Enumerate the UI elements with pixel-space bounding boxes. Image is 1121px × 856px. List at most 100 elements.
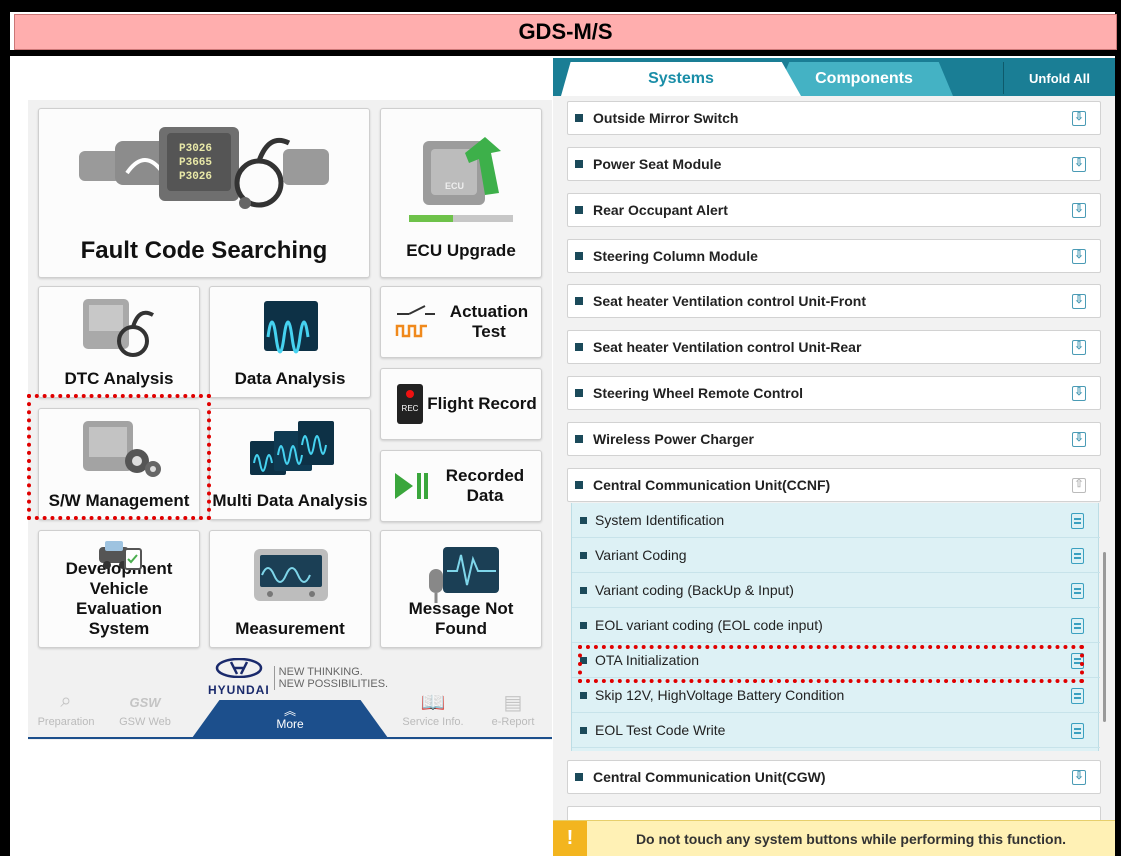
document-icon xyxy=(1071,513,1084,529)
download-icon[interactable]: ⇩ xyxy=(1072,294,1086,309)
submenu-list: System Identification Variant Coding Var… xyxy=(571,503,1100,751)
nav-more-label: More xyxy=(276,717,304,731)
document-icon xyxy=(1071,618,1084,634)
system-row[interactable]: Steering Wheel Remote Control ⇩ xyxy=(567,376,1101,410)
system-label: Steering Column Module xyxy=(593,248,758,264)
nav-gsw-web[interactable]: GSW GSW Web xyxy=(110,690,180,728)
message-not-found-tile[interactable]: Message Not Found xyxy=(380,530,542,648)
system-label: Seat heater Ventilation control Unit-Rea… xyxy=(593,339,862,355)
measurement-tile[interactable]: Measurement xyxy=(209,530,371,648)
system-row-expanded[interactable]: Central Communication Unit(CCNF) ⇧ xyxy=(567,468,1101,502)
multi-data-label: Multi Data Analysis xyxy=(212,491,368,510)
nav-preparation[interactable]: ⌕ Preparation xyxy=(31,690,101,728)
system-row[interactable]: Wireless Power Charger ⇩ xyxy=(567,422,1101,456)
bullet-icon xyxy=(575,481,583,489)
warning-banner: ! Do not touch any system buttons while … xyxy=(553,820,1115,856)
nav-service-info[interactable]: 📖 Service Info. xyxy=(398,690,468,728)
submenu-item[interactable]: System Identification xyxy=(572,503,1100,538)
document-icon xyxy=(1071,583,1084,599)
rec-icon: REC xyxy=(397,384,423,424)
recorded-data-tile[interactable]: Recorded Data xyxy=(380,450,542,522)
system-label: Steering Wheel Remote Control xyxy=(593,385,804,401)
download-icon[interactable]: ⇩ xyxy=(1072,340,1086,355)
system-row[interactable]: Power Seat Module ⇩ xyxy=(567,147,1101,181)
system-row[interactable]: Seat heater Ventilation control Unit-Fro… xyxy=(567,284,1101,318)
document-icon xyxy=(1071,723,1084,739)
system-label: Wireless Power Charger xyxy=(593,431,754,447)
system-row[interactable]: Seat heater Ventilation control Unit-Rea… xyxy=(567,330,1101,364)
frame-top xyxy=(0,0,1121,12)
dtc-analysis-tile[interactable]: DTC Analysis xyxy=(38,286,200,398)
flight-record-tile[interactable]: REC Flight Record xyxy=(380,368,542,440)
message-icon xyxy=(429,547,499,603)
measurement-label: Measurement xyxy=(235,619,345,638)
download-icon[interactable]: ⇩ xyxy=(1072,249,1086,264)
ecu-upgrade-label: ECU Upgrade xyxy=(406,241,516,260)
data-analysis-tile[interactable]: Data Analysis xyxy=(209,286,371,398)
fault-code-1: P3026 xyxy=(179,143,212,155)
data-analysis-label: Data Analysis xyxy=(234,369,346,388)
system-label: Outside Mirror Switch xyxy=(593,110,739,126)
bullet-icon xyxy=(580,691,587,699)
nav-e-report[interactable]: ▤ e-Report xyxy=(478,690,548,728)
multi-data-icon xyxy=(250,421,334,475)
document-icon xyxy=(1071,548,1084,564)
submenu-item[interactable]: EOL variant coding (EOL code input) xyxy=(572,608,1100,643)
nav-preparation-label: Preparation xyxy=(37,716,95,728)
download-icon[interactable]: ⇩ xyxy=(1072,157,1086,172)
dev-vehicle-tile[interactable]: Development Vehicle Evaluation System xyxy=(38,530,200,648)
actuation-label: Actuation Test xyxy=(449,302,529,341)
rec-badge: REC xyxy=(401,404,419,413)
bullet-icon xyxy=(575,773,583,781)
ecu-upgrade-tile[interactable]: ECU ECU Upgrade xyxy=(380,108,542,278)
submenu-item[interactable]: EOL Test Code Write xyxy=(572,713,1100,748)
bullet-icon xyxy=(575,252,583,260)
system-label: Central Communication Unit(CGW) xyxy=(593,769,826,785)
bullet-icon xyxy=(575,389,583,397)
frame-right xyxy=(1115,0,1121,856)
recorded-data-label: Recorded Data xyxy=(445,466,525,505)
fault-code-searching-tile[interactable]: P3026 P3665 P3026 Fault Code Searching xyxy=(38,108,370,278)
submenu-item[interactable]: Variant Coding xyxy=(572,538,1100,573)
brand-name: HYUNDAI xyxy=(208,683,270,697)
submenu-label: Variant Coding xyxy=(595,547,687,563)
bullet-icon xyxy=(575,297,583,305)
data-analysis-icon xyxy=(264,301,318,354)
download-icon[interactable]: ⇩ xyxy=(1072,203,1086,218)
multi-data-analysis-tile[interactable]: Multi Data Analysis xyxy=(209,408,371,520)
submenu-item[interactable]: Variant coding (BackUp & Input) xyxy=(572,573,1100,608)
download-icon[interactable]: ⇩ xyxy=(1072,770,1086,785)
scrollbar-thumb[interactable] xyxy=(1103,552,1106,722)
system-row[interactable]: Outside Mirror Switch ⇩ xyxy=(567,101,1101,135)
fault-code-2: P3665 xyxy=(179,157,212,169)
collapse-icon[interactable]: ⇧ xyxy=(1072,478,1086,493)
system-row[interactable]: Steering Column Module ⇩ xyxy=(567,239,1101,273)
fault-code-3: P3026 xyxy=(179,171,212,183)
nav-more[interactable]: ︽ More xyxy=(192,700,388,738)
download-icon[interactable]: ⇩ xyxy=(1072,432,1086,447)
submenu-item[interactable]: Skip 12V, HighVoltage Battery Condition xyxy=(572,678,1100,713)
download-icon[interactable]: ⇩ xyxy=(1072,111,1086,126)
download-icon[interactable]: ⇩ xyxy=(1072,386,1086,401)
system-label: Power Seat Module xyxy=(593,156,722,172)
system-label: Seat heater Ventilation control Unit-Fro… xyxy=(593,293,867,309)
page-title: GDS-M/S xyxy=(14,14,1117,50)
frame-left xyxy=(0,0,10,856)
tab-components[interactable]: Components xyxy=(775,62,953,96)
bullet-icon xyxy=(575,343,583,351)
submenu-label: Variant coding (BackUp & Input) xyxy=(595,582,794,598)
system-label: Central Communication Unit(CCNF) xyxy=(593,477,831,493)
brand-tagline-1: NEW THINKING. xyxy=(278,665,363,678)
sw-management-highlight xyxy=(27,394,211,520)
warning-icon: ! xyxy=(553,820,587,856)
tab-systems[interactable]: Systems xyxy=(561,62,801,96)
system-row[interactable]: Central Communication Unit(CGW) ⇩ xyxy=(567,760,1101,794)
unfold-all-button[interactable]: Unfold All xyxy=(1003,62,1115,94)
system-label: Rear Occupant Alert xyxy=(593,202,728,218)
report-icon: ▤ xyxy=(503,692,523,714)
hyundai-brand: HYUNDAI NEW THINKING. NEW POSSIBILITIES. xyxy=(208,657,388,697)
gsw-logo-icon: GSW xyxy=(129,695,161,710)
system-row[interactable]: Rear Occupant Alert ⇩ xyxy=(567,193,1101,227)
bullet-icon xyxy=(580,551,587,559)
actuation-test-tile[interactable]: Actuation Test xyxy=(380,286,542,358)
